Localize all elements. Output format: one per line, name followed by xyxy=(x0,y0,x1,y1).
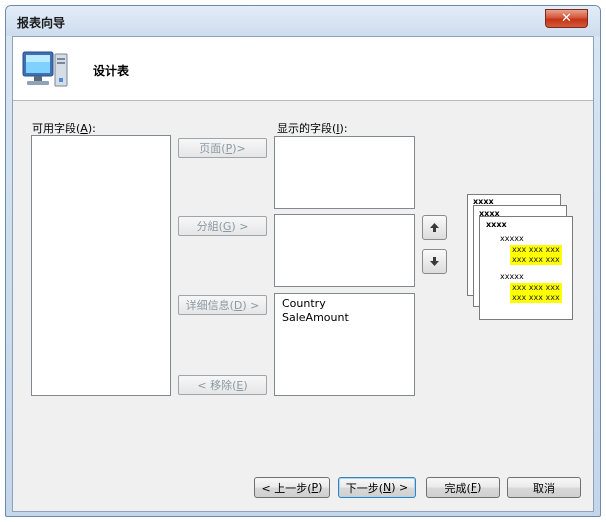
computer-icon xyxy=(22,51,68,87)
list-item[interactable]: Country xyxy=(275,297,414,311)
move-up-button[interactable] xyxy=(422,215,447,240)
page-fields-list[interactable] xyxy=(274,136,415,209)
available-fields-list[interactable] xyxy=(31,135,171,396)
back-button[interactable]: < 上一步(P) xyxy=(254,477,330,498)
arrow-down-icon xyxy=(430,257,439,266)
close-button[interactable]: ✕ xyxy=(545,9,588,28)
finish-button[interactable]: 完成(F) xyxy=(426,477,500,498)
add-group-button[interactable]: 分組(G) > xyxy=(178,216,267,236)
cancel-button[interactable]: 取消 xyxy=(507,477,581,498)
remove-button[interactable]: < 移除(E) xyxy=(178,375,267,395)
next-button[interactable]: 下一步(N) > xyxy=(338,477,416,498)
list-item[interactable]: SaleAmount xyxy=(275,311,414,325)
wizard-header: 设计表 xyxy=(13,37,593,101)
title-bar: 报表向导 ✕ xyxy=(6,6,600,36)
window-title: 报表向导 xyxy=(17,16,66,30)
move-down-button[interactable] xyxy=(422,249,447,274)
add-detail-button[interactable]: 详细信息(D) > xyxy=(178,295,267,315)
add-page-button[interactable]: 页面(P)> xyxy=(178,138,267,158)
displayed-fields-label: 显示的字段(I): xyxy=(277,122,348,135)
close-icon: ✕ xyxy=(561,11,572,26)
report-wizard-window: 报表向导 ✕ 设计表 可用字段(A): 显示的字段(I): 页面(P)> 分… xyxy=(5,5,601,517)
group-fields-list[interactable] xyxy=(274,214,415,287)
arrow-up-icon xyxy=(430,223,439,232)
step-title: 设计表 xyxy=(93,64,130,78)
preview-sheet-front: xxxx xxxxx xxx xxx xxx xxx xxx xxx xxxxx … xyxy=(479,216,573,320)
wizard-body: 设计表 可用字段(A): 显示的字段(I): 页面(P)> 分組(G) > 详细… xyxy=(12,36,594,512)
detail-fields-list[interactable]: Country SaleAmount xyxy=(274,293,415,396)
available-fields-label: 可用字段(A): xyxy=(32,122,96,135)
layout-preview: xxxx xxxx xxxx xxxxx xxx xxx xxx xxx xxx … xyxy=(467,190,577,320)
